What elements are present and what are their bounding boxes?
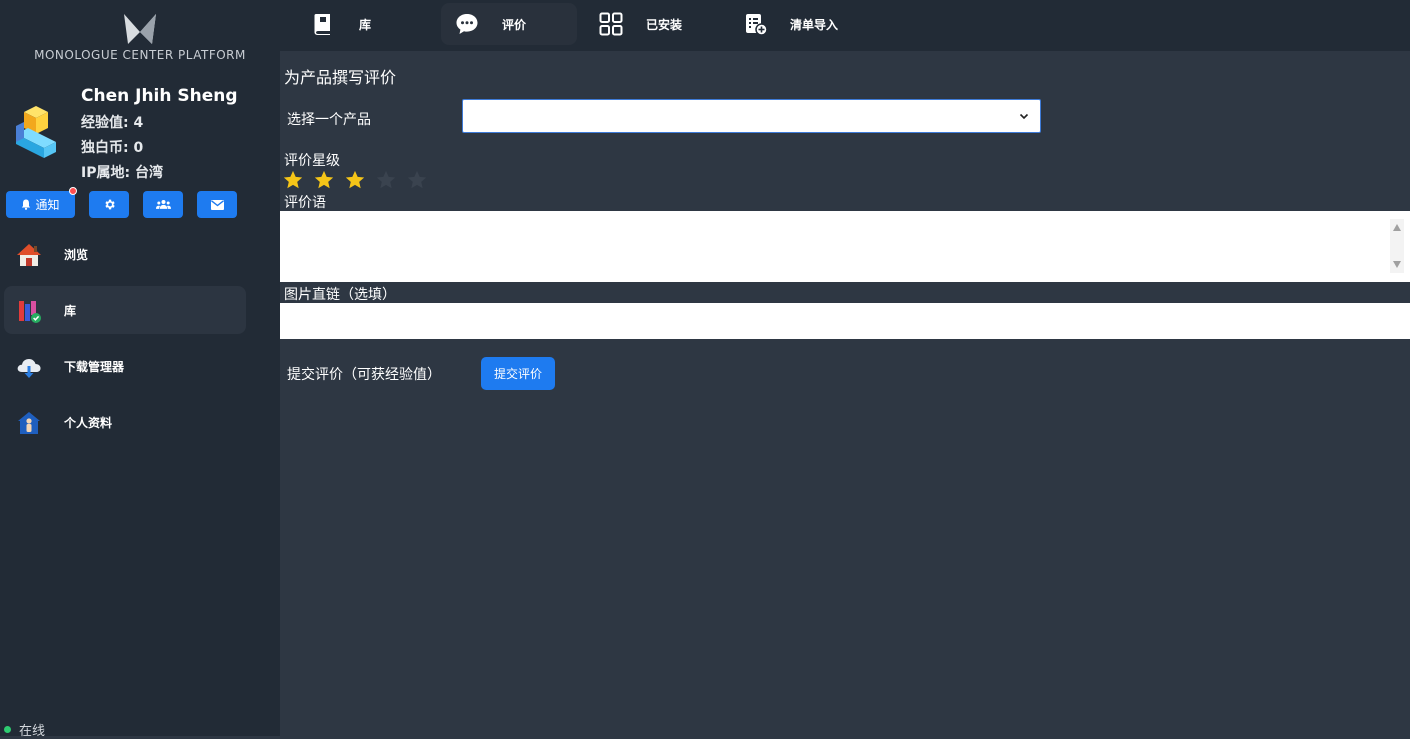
user-profile: Chen Jhih Sheng 经验值: 4 独白币: 0 IP属地: 台湾 — [12, 86, 272, 186]
scroll-down-icon[interactable] — [1393, 261, 1401, 268]
product-select[interactable] — [462, 99, 1041, 133]
sidebar-item-library[interactable]: 库 — [4, 286, 246, 334]
star-filled-icon[interactable] — [313, 169, 335, 191]
tab-label: 评价 — [502, 17, 527, 32]
submit-hint: 提交评价（可获经验值） — [287, 367, 441, 383]
cloud-download-icon — [17, 359, 41, 378]
home-icon — [17, 244, 41, 266]
sidebar-item-label: 下载管理器 — [64, 359, 125, 374]
tab-label: 清单导入 — [790, 17, 839, 32]
book-icon — [314, 14, 330, 35]
review-form: 为产品撰写评价 选择一个产品 评价星级 评价语 图片直链（选填） 提交评价（可获… — [280, 51, 1410, 736]
product-label: 选择一个产品 — [287, 112, 371, 128]
sidebar-item-profile[interactable]: 个人资料 — [4, 398, 246, 446]
tab-label: 库 — [359, 17, 372, 32]
star-filled-icon[interactable] — [282, 169, 304, 191]
rating-stars — [282, 169, 428, 191]
submit-review-button[interactable]: 提交评价 — [481, 357, 555, 390]
sidebar-item-browse[interactable]: 浏览 — [4, 230, 246, 278]
tab-manifest-import[interactable]: 清单导入 — [732, 3, 882, 45]
user-name: Chen Jhih Sheng — [81, 86, 238, 106]
sidebar-item-label: 个人资料 — [64, 415, 113, 430]
tab-library[interactable]: 库 — [300, 3, 420, 45]
friends-button[interactable] — [143, 191, 183, 218]
user-location: IP属地: 台湾 — [81, 165, 163, 181]
library-icon — [19, 301, 41, 323]
star-filled-icon[interactable] — [344, 169, 366, 191]
chat-icon — [456, 14, 478, 34]
online-status: 在线 — [4, 720, 45, 739]
scroll-up-icon[interactable] — [1393, 224, 1401, 231]
tab-label: 已安装 — [646, 17, 683, 32]
sidebar-item-download-manager[interactable]: 下载管理器 — [4, 342, 246, 390]
bell-icon — [22, 199, 31, 210]
tab-review[interactable]: 评价 — [441, 3, 577, 45]
app-logo: MONOLOGUE CENTER PLATFORM — [0, 12, 280, 62]
chevron-down-icon — [1019, 113, 1029, 120]
notify-button[interactable]: 通知 — [6, 187, 77, 218]
gear-icon — [104, 199, 115, 210]
tab-installed[interactable]: 已安装 — [586, 3, 716, 45]
settings-button[interactable] — [89, 191, 129, 218]
star-empty-icon[interactable] — [375, 169, 397, 191]
comment-textarea[interactable] — [280, 211, 1410, 282]
image-link-label: 图片直链（选填） — [284, 287, 396, 303]
user-coins: 独白币: 0 — [81, 140, 144, 156]
users-icon — [155, 200, 171, 209]
grid-icon — [599, 12, 623, 36]
avatar — [16, 106, 56, 158]
online-dot-icon — [4, 726, 11, 733]
notify-label: 通知 — [35, 198, 60, 212]
sidebar: MONOLOGUE CENTER PLATFORM Chen Jhih Shen… — [0, 0, 280, 739]
comment-label: 评价语 — [284, 195, 326, 211]
logo-icon — [124, 14, 156, 44]
rating-label: 评价星级 — [284, 153, 340, 169]
user-exp: 经验值: 4 — [81, 115, 144, 131]
online-status-label: 在线 — [19, 724, 46, 739]
logo-text: MONOLOGUE CENTER PLATFORM — [34, 48, 246, 62]
image-link-input[interactable] — [280, 303, 1410, 339]
page-title: 为产品撰写评价 — [284, 68, 397, 87]
sidebar-item-label: 库 — [64, 303, 77, 318]
list-add-icon — [746, 14, 768, 36]
top-tabs: 库 评价 已安装 清单导入 — [280, 0, 1410, 51]
profile-icon — [18, 412, 40, 434]
comment-scrollbar[interactable] — [1390, 219, 1404, 273]
mail-icon — [210, 199, 224, 210]
mail-button[interactable] — [197, 191, 237, 218]
star-empty-icon[interactable] — [406, 169, 428, 191]
sidebar-item-label: 浏览 — [64, 247, 89, 262]
notify-badge — [69, 187, 77, 195]
